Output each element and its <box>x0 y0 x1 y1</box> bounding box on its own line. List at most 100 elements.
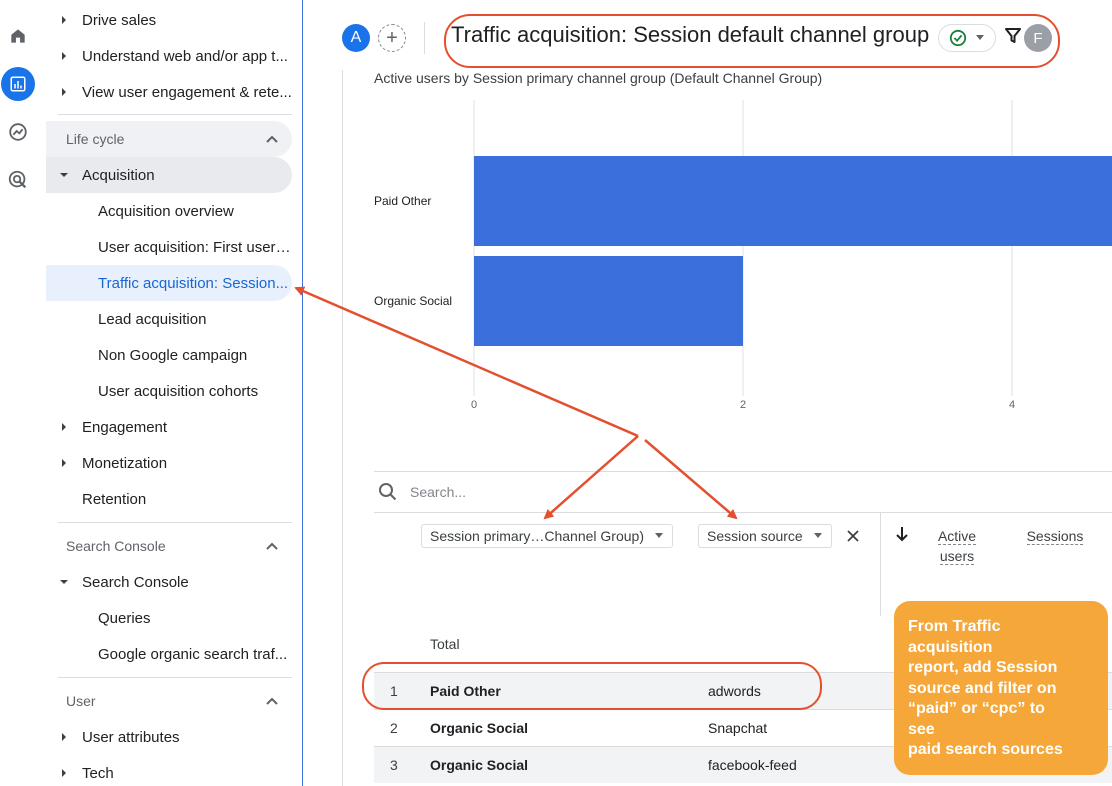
nav-item-label: Engagement <box>82 418 168 436</box>
x-tick-label: 4 <box>1009 399 1015 411</box>
nav-divider <box>58 522 292 523</box>
nav-item-label: Monetization <box>82 454 168 472</box>
section-search-console[interactable]: Search Console <box>46 528 292 564</box>
comparison-avatar-a[interactable]: A <box>342 24 370 52</box>
caret-right-icon <box>46 769 82 777</box>
nav-item-non-google-campaign[interactable]: Non Google campaign <box>46 337 292 373</box>
nav-item-label: Non Google campaign <box>98 346 248 364</box>
dimension-label: Session primary…Channel Group) <box>430 528 644 544</box>
caret-right-icon <box>46 733 82 741</box>
table-top-divider <box>374 471 1112 472</box>
nav-item-search-console[interactable]: Search Console <box>46 564 292 600</box>
row-channel: Organic Social <box>430 757 529 773</box>
chevron-up-icon <box>266 542 278 550</box>
nav-item-label: User acquisition cohorts <box>98 382 259 400</box>
nav-item-acquisition-overview[interactable]: Acquisition overview <box>46 193 292 229</box>
dropdown-arrow-icon <box>654 533 663 538</box>
row-channel: Organic Social <box>430 720 529 736</box>
row-number: 3 <box>390 757 398 773</box>
nav-item-understand-web[interactable]: Understand web and/or app t... <box>46 38 292 74</box>
sort-descending-icon[interactable] <box>895 526 909 542</box>
chart-bar[interactable] <box>474 256 743 346</box>
nav-item-engagement[interactable]: Engagement <box>46 409 292 445</box>
chart-title: Active users by Session primary channel … <box>374 70 823 86</box>
arrow-to-session-source <box>644 439 738 520</box>
table-header-divider <box>374 512 1112 513</box>
nav-item-label: Queries <box>98 609 151 627</box>
nav-item-label: Lead acquisition <box>98 310 207 328</box>
nav-item-lead-acquisition[interactable]: Lead acquisition <box>46 301 292 337</box>
nav-item-label: User acquisition: First user ... <box>98 238 292 256</box>
nav-item-label: Acquisition overview <box>98 202 234 220</box>
nav-item-user-acquisition-cohorts[interactable]: User acquisition cohorts <box>46 373 292 409</box>
nav-item-google-organic-search[interactable]: Google organic search traf... <box>46 636 292 672</box>
table-column-divider <box>880 512 881 616</box>
nav-item-label: View user engagement & rete... <box>82 83 292 101</box>
chevron-up-icon <box>266 135 278 143</box>
caret-right-icon <box>46 16 82 24</box>
row-number: 2 <box>390 720 398 736</box>
nav-item-label: Retention <box>82 490 147 508</box>
header-separator <box>424 22 425 54</box>
nav-item-queries[interactable]: Queries <box>46 600 292 636</box>
x-tick-label: 2 <box>740 399 746 411</box>
advertising-icon[interactable] <box>0 162 36 198</box>
column-header-line: Active <box>937 528 977 545</box>
column-header-active-users[interactable]: Active users <box>932 526 982 566</box>
caret-right-icon <box>46 88 82 96</box>
nav-item-tech[interactable]: Tech <box>46 755 292 786</box>
nav-item-label: Traffic acquisition: Session... <box>98 274 289 292</box>
row-source: Snapchat <box>708 720 768 736</box>
caret-down-icon <box>46 578 82 586</box>
remove-dimension-icon[interactable] <box>846 529 860 543</box>
nav-item-acquisition[interactable]: Acquisition <box>46 157 292 193</box>
nav-item-user-attributes[interactable]: User attributes <box>46 719 292 755</box>
annotation-callout: From Traffic acquisition report, add Ses… <box>894 601 1108 775</box>
section-life-cycle[interactable]: Life cycle <box>46 121 292 157</box>
nav-item-user-acquisition[interactable]: User acquisition: First user ... <box>46 229 292 265</box>
column-header-line: users <box>939 548 975 565</box>
arrow-to-dimension-picker <box>543 435 639 520</box>
nav-item-label: Search Console <box>82 573 189 591</box>
row-source: facebook-feed <box>708 757 797 773</box>
nav-item-label: Acquisition <box>82 166 155 184</box>
report-navigation: Drive sales Understand web and/or app t.… <box>46 0 303 786</box>
bar-chart: 0 2 4 Paid Other Organic Social <box>374 100 1112 411</box>
dimension-picker-channel-group[interactable]: Session primary…Channel Group) <box>421 524 673 548</box>
dimension-label: Session source <box>707 528 803 544</box>
caret-right-icon <box>46 52 82 60</box>
section-label: Life cycle <box>66 131 125 147</box>
x-tick-label: 0 <box>471 399 477 411</box>
caret-right-icon <box>46 459 82 467</box>
reports-icon[interactable] <box>0 66 36 102</box>
add-comparison-button[interactable]: + <box>378 24 406 52</box>
nav-item-monetization[interactable]: Monetization <box>46 445 292 481</box>
nav-item-retention[interactable]: Retention <box>46 481 292 517</box>
search-icon <box>379 483 397 501</box>
explore-icon[interactable] <box>0 114 36 150</box>
search-input[interactable] <box>410 484 710 500</box>
nav-item-user-engagement[interactable]: View user engagement & rete... <box>46 74 292 110</box>
annotation-row-highlight <box>362 662 822 710</box>
nav-item-traffic-acquisition[interactable]: Traffic acquisition: Session... <box>46 265 292 301</box>
column-header-sessions[interactable]: Sessions <box>1022 526 1088 546</box>
home-icon[interactable] <box>0 18 36 54</box>
annotation-title-highlight <box>444 14 1060 68</box>
dropdown-arrow-icon <box>813 533 822 538</box>
section-label: User <box>66 693 96 709</box>
nav-item-label: Drive sales <box>82 11 157 29</box>
chevron-up-icon <box>266 697 278 705</box>
icon-rail <box>0 0 36 786</box>
content-divider <box>342 70 343 786</box>
nav-item-label: Understand web and/or app t... <box>82 47 288 65</box>
caret-right-icon <box>46 423 82 431</box>
dimension-picker-session-source[interactable]: Session source <box>698 524 832 548</box>
category-label: Paid Other <box>374 194 431 208</box>
total-row-label: Total <box>430 636 460 652</box>
nav-item-label: User attributes <box>82 728 180 746</box>
chart-bar[interactable] <box>474 156 1112 246</box>
nav-item-label: Tech <box>82 764 114 782</box>
nav-item-drive-sales[interactable]: Drive sales <box>46 2 292 38</box>
section-user[interactable]: User <box>46 683 292 719</box>
nav-item-label: Google organic search traf... <box>98 645 288 663</box>
